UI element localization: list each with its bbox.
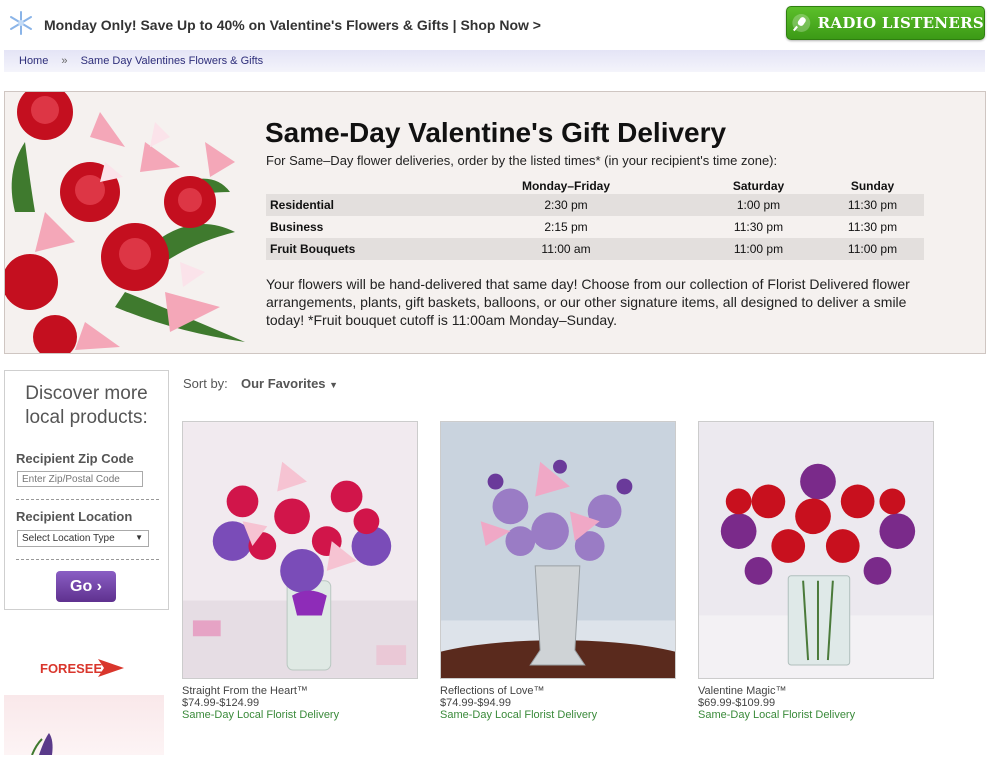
cutoff-schedule-table: Monday–Friday Saturday Sunday Residentia… — [266, 177, 924, 260]
radio-listeners-button[interactable]: RADIO LISTENERS — [786, 6, 985, 40]
discover-line-2: local products: — [25, 407, 148, 428]
schedule-row-label: Fruit Bouquets — [266, 238, 436, 260]
product-card[interactable]: Valentine Magic™ $69.99-$109.99 Same-Day… — [698, 421, 934, 722]
product-price: $74.99-$124.99 — [182, 697, 260, 709]
divider — [16, 559, 159, 560]
schedule-cell: 11:30 pm — [821, 194, 924, 216]
product-card[interactable]: Reflections of Love™ $74.99-$94.99 Same-… — [409, 421, 707, 722]
schedule-cell: 2:30 pm — [436, 194, 696, 216]
zip-code-label: Recipient Zip Code — [16, 451, 134, 466]
schedule-header: Saturday — [732, 178, 785, 193]
product-price: $74.99-$94.99 — [440, 697, 511, 709]
foresee-text: FORESEE — [40, 661, 102, 676]
divider — [16, 499, 159, 500]
sort-value: Our Favorites — [241, 376, 326, 391]
schedule-cell: 2:15 pm — [544, 220, 588, 234]
dropdown-arrow-icon: ▼ — [135, 533, 143, 542]
breadcrumb-separator: » — [61, 55, 68, 67]
schedule-row: Business 2:15 pm 11:30 pm 11:30 pm — [266, 216, 924, 238]
valentine-bouquet-image — [5, 92, 250, 353]
location-type-value: Select Location Type — [22, 533, 115, 544]
go-button[interactable]: Go › — [56, 571, 116, 602]
schedule-cell: 11:30 pm — [733, 220, 784, 234]
schedule-header — [266, 177, 436, 194]
delivery-cutoff-note: For Same–Day flower deliveries, order by… — [266, 153, 778, 168]
product-delivery-note: Same-Day Local Florist Delivery — [440, 709, 598, 721]
product-name[interactable]: Straight From the Heart™ — [182, 685, 418, 697]
product-name[interactable]: Valentine Magic™ — [698, 685, 934, 697]
caret-down-icon: ▼ — [329, 380, 339, 390]
foresee-logo: FORESEE — [40, 659, 124, 677]
discover-heading: Discover more local products: — [5, 382, 168, 430]
chevron-right-icon: › — [92, 578, 102, 595]
hero-description: Your flowers will be hand-delivered that… — [266, 276, 910, 328]
page-title: Same-Day Valentine's Gift Delivery — [265, 117, 727, 148]
sidebar-ad-image[interactable] — [4, 695, 164, 756]
product-price: $69.99-$109.99 — [698, 697, 776, 709]
product-delivery-note: Same-Day Local Florist Delivery — [182, 709, 340, 721]
promo-link[interactable]: Monday Only! Save Up to 40% on Valentine… — [44, 17, 541, 33]
product-name[interactable]: Reflections of Love™ — [440, 685, 676, 697]
local-products-box: Discover more local products: Recipient … — [4, 370, 169, 610]
go-label: Go — [70, 578, 93, 595]
breadcrumb-home[interactable]: Home — [19, 55, 48, 67]
schedule-cell: 11:00 am — [436, 238, 696, 260]
zip-code-input[interactable] — [17, 471, 143, 487]
product-delivery-note: Same-Day Local Florist Delivery — [698, 709, 856, 721]
schedule-row: Residential 2:30 pm 1:00 pm 11:30 pm — [266, 194, 924, 216]
schedule-row: Fruit Bouquets 11:00 am 11:00 pm 11:00 p… — [266, 238, 924, 260]
product-image[interactable] — [182, 421, 418, 679]
product-image[interactable] — [409, 421, 707, 700]
schedule-cell: 11:30 pm — [847, 220, 898, 234]
iris-flower-icon — [31, 733, 53, 756]
schedule-cell: 11:00 pm — [821, 238, 924, 260]
sort-label: Sort by: — [183, 376, 228, 391]
snowflake-icon — [10, 11, 32, 35]
schedule-cell: 1:00 pm — [696, 194, 821, 216]
sort-dropdown[interactable]: Our Favorites ▼ — [241, 376, 338, 391]
discover-line-1: Discover more — [25, 383, 148, 404]
recipient-location-label: Recipient Location — [16, 509, 133, 524]
hero-banner: Same-Day Valentine's Gift Delivery For S… — [4, 91, 986, 354]
schedule-cell: 11:00 pm — [696, 238, 821, 260]
schedule-row-label: Residential — [266, 194, 436, 216]
location-type-select[interactable]: Select Location Type ▼ — [17, 530, 149, 547]
product-card[interactable]: Straight From the Heart™ $74.99-$124.99 … — [182, 421, 418, 722]
radio-listeners-label: RADIO LISTENERS — [817, 14, 984, 32]
schedule-row-label: Business — [270, 220, 324, 234]
breadcrumb-current[interactable]: Same Day Valentines Flowers & Gifts — [81, 55, 264, 67]
product-image[interactable] — [698, 421, 934, 679]
schedule-header-row: Monday–Friday Saturday Sunday — [266, 177, 924, 194]
breadcrumb: Home » Same Day Valentines Flowers & Gif… — [4, 50, 985, 72]
schedule-header: Sunday — [850, 178, 895, 193]
schedule-header: Monday–Friday — [521, 178, 611, 193]
top-promo-bar: Monday Only! Save Up to 40% on Valentine… — [0, 0, 990, 50]
microphone-icon — [792, 14, 811, 32]
